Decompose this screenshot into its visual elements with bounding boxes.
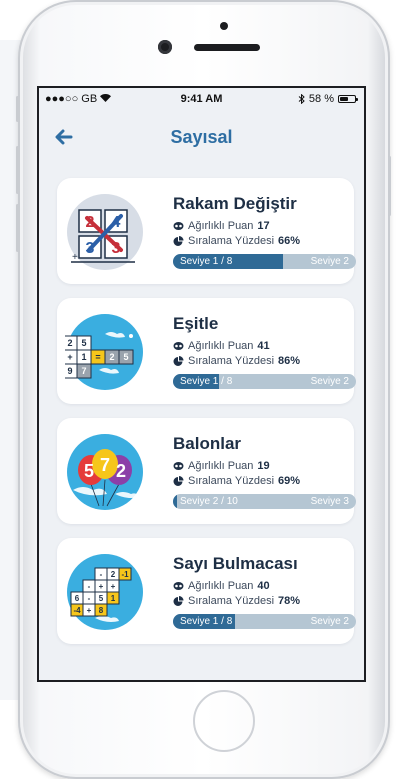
weighted-points: Ağırlıklı Puan 19 bbox=[173, 460, 270, 472]
weighted-points-label: Ağırlıklı Puan bbox=[188, 460, 254, 472]
power-button bbox=[388, 156, 391, 216]
bluetooth-icon bbox=[298, 94, 305, 104]
current-level: Seviye 1 / 8 bbox=[180, 376, 233, 387]
points-icon bbox=[173, 342, 184, 350]
rank-percent-label: Sıralama Yüzdesi bbox=[188, 475, 275, 487]
rank-percent: Sıralama Yüzdesi 78% bbox=[173, 595, 300, 607]
rank-percent-label: Sıralama Yüzdesi bbox=[188, 595, 275, 607]
svg-text:-: - bbox=[88, 582, 91, 591]
game-card-esitle[interactable]: 2 5 + 1 = 2 5 9 7 Eşitle Ağırlıklı Puan … bbox=[57, 298, 356, 404]
game-title: Rakam Değiştir bbox=[173, 194, 297, 213]
rank-percent: Sıralama Yüzdesi 69% bbox=[173, 475, 300, 487]
weighted-points-label: Ağırlıklı Puan bbox=[188, 580, 254, 592]
rank-percent-label: Sıralama Yüzdesi bbox=[188, 355, 275, 367]
earpiece-speaker bbox=[194, 44, 260, 51]
rank-percent-value: 78% bbox=[278, 595, 301, 607]
game-card-rakam-degistir[interactable]: 2 4 3 3 + Rakam Değiştir Ağırlıklı Puan … bbox=[57, 178, 356, 284]
svg-text:2: 2 bbox=[116, 461, 126, 481]
pie-chart-icon bbox=[173, 236, 184, 246]
svg-text:9: 9 bbox=[67, 366, 72, 376]
next-level: Seviye 3 bbox=[310, 496, 349, 507]
next-level: Seviye 2 bbox=[310, 256, 349, 267]
volume-up-button bbox=[16, 146, 19, 194]
navigation-bar: Sayısal bbox=[39, 110, 364, 166]
svg-text:5: 5 bbox=[84, 461, 94, 481]
svg-text:2: 2 bbox=[109, 352, 114, 362]
svg-text:1: 1 bbox=[81, 352, 86, 362]
svg-text:1: 1 bbox=[111, 594, 116, 603]
app-screen: ●●●○○ GB 9:41 AM 58 % Sayısal 3 + Rakam … bbox=[39, 88, 364, 680]
front-camera bbox=[158, 40, 172, 54]
pie-chart-icon bbox=[173, 356, 184, 366]
level-progress-bar: Seviye 1 / 8 Seviye 2 bbox=[173, 374, 356, 389]
current-level: Seviye 1 / 8 bbox=[180, 256, 233, 267]
svg-text:+: + bbox=[87, 606, 92, 615]
status-right: 58 % bbox=[298, 93, 358, 105]
game-title: Sayı Bulmacası bbox=[173, 554, 298, 573]
svg-text:7: 7 bbox=[81, 366, 86, 376]
svg-text:2: 2 bbox=[111, 570, 116, 579]
pie-chart-icon bbox=[173, 596, 184, 606]
pie-chart-icon bbox=[173, 476, 184, 486]
mute-switch bbox=[16, 96, 19, 122]
svg-text:=: = bbox=[95, 352, 100, 362]
svg-text:2: 2 bbox=[67, 338, 72, 348]
number-swap-icon: 2 4 3 3 + bbox=[67, 194, 143, 270]
page-title: Sayısal bbox=[170, 127, 233, 147]
rank-percent-value: 66% bbox=[278, 235, 301, 247]
points-icon bbox=[173, 222, 184, 230]
level-progress-fill bbox=[173, 494, 177, 509]
current-level: Seviye 1 / 8 bbox=[180, 616, 233, 627]
weighted-points-value: 41 bbox=[257, 340, 270, 352]
next-level: Seviye 2 bbox=[310, 616, 349, 627]
battery-icon bbox=[338, 95, 358, 103]
weighted-points-value: 17 bbox=[257, 220, 270, 232]
rank-percent-value: 86% bbox=[278, 355, 301, 367]
weighted-points-value: 19 bbox=[257, 460, 270, 472]
game-card-sayi-bulmacasi[interactable]: - 2 -1 - + + 6 - 5 1 -4 + 8 Sayı Bulmaca… bbox=[57, 538, 356, 644]
svg-text:5: 5 bbox=[81, 338, 86, 348]
balloons-icon: 5 7 2 bbox=[67, 434, 143, 510]
current-level: Seviye 2 / 10 bbox=[180, 496, 238, 507]
level-progress-bar: Seviye 1 / 8 Seviye 2 bbox=[173, 254, 356, 269]
weighted-points: Ağırlıklı Puan 41 bbox=[173, 340, 270, 352]
game-title: Balonlar bbox=[173, 434, 242, 453]
rank-percent: Sıralama Yüzdesi 86% bbox=[173, 355, 300, 367]
rank-percent-label: Sıralama Yüzdesi bbox=[188, 235, 275, 247]
number-grid-icon: 2 5 + 1 = 2 5 9 7 bbox=[65, 314, 143, 390]
svg-text:-: - bbox=[88, 594, 91, 603]
level-progress-bar: Seviye 1 / 8 Seviye 2 bbox=[173, 614, 356, 629]
svg-text:8: 8 bbox=[99, 606, 104, 615]
next-level: Seviye 2 bbox=[310, 376, 349, 387]
svg-text:+: + bbox=[72, 252, 78, 263]
svg-text:+: + bbox=[67, 352, 72, 362]
battery-percent: 58 % bbox=[308, 93, 334, 105]
svg-text:5: 5 bbox=[123, 352, 128, 362]
rank-percent: Sıralama Yüzdesi 66% bbox=[173, 235, 300, 247]
points-icon bbox=[173, 462, 184, 470]
svg-text:-4: -4 bbox=[73, 606, 81, 615]
sensor bbox=[220, 22, 228, 30]
svg-text:+: + bbox=[99, 582, 104, 591]
points-icon bbox=[173, 582, 184, 590]
weighted-points-label: Ağırlıklı Puan bbox=[188, 340, 254, 352]
svg-text:6: 6 bbox=[75, 594, 80, 603]
rank-percent-value: 69% bbox=[278, 475, 301, 487]
svg-text:-1: -1 bbox=[121, 570, 129, 579]
status-bar: ●●●○○ GB 9:41 AM 58 % bbox=[39, 88, 364, 108]
weighted-points: Ağırlıklı Puan 40 bbox=[173, 580, 270, 592]
svg-text:7: 7 bbox=[100, 455, 110, 475]
volume-down-button bbox=[16, 204, 19, 252]
level-progress-bar: Seviye 2 / 10 Seviye 3 bbox=[173, 494, 356, 509]
number-puzzle-icon: - 2 -1 - + + 6 - 5 1 -4 + 8 bbox=[67, 554, 143, 630]
weighted-points-value: 40 bbox=[257, 580, 270, 592]
svg-text:+: + bbox=[111, 582, 116, 591]
svg-text:-: - bbox=[100, 570, 103, 579]
svg-text:5: 5 bbox=[99, 594, 104, 603]
home-button[interactable] bbox=[193, 690, 255, 752]
game-title: Eşitle bbox=[173, 314, 219, 333]
weighted-points: Ağırlıklı Puan 17 bbox=[173, 220, 270, 232]
weighted-points-label: Ağırlıklı Puan bbox=[188, 220, 254, 232]
game-card-balonlar[interactable]: 5 7 2 Balonlar Ağırlıklı Puan 19 Sıralam… bbox=[57, 418, 356, 524]
